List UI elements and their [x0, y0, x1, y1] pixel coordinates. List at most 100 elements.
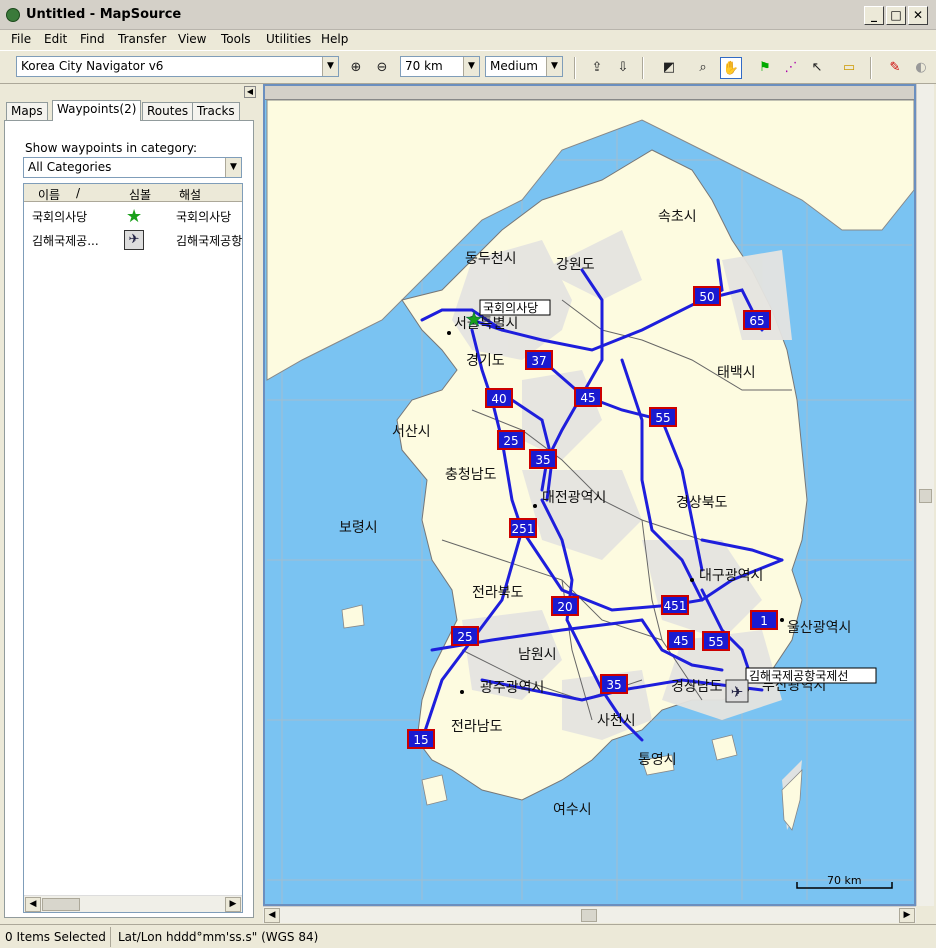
receive-from-device-icon[interactable]: ⇪ [586, 57, 608, 79]
column-symbol[interactable]: 심볼 [129, 186, 151, 203]
map-label-sokcho: 속초시 [658, 209, 697, 225]
minimize-button[interactable]: _ [864, 6, 884, 25]
map-vertical-scrollbar[interactable] [916, 84, 934, 906]
scroll-thumb[interactable] [42, 898, 80, 911]
map-label-gyeonggi: 경기도 [466, 353, 505, 369]
category-select[interactable]: All Categories ▼ [23, 157, 242, 178]
column-comment[interactable]: 해설 [179, 186, 201, 203]
menu-bar: File Edit Find Transfer View Tools Utili… [0, 30, 936, 50]
highway-50-label: 50 [699, 290, 714, 304]
highway-65-label: 65 [749, 314, 764, 328]
vertical-scroll-thumb[interactable] [919, 489, 932, 503]
highway-35-label: 35 [606, 678, 621, 692]
scroll-left-button[interactable]: ◀ [264, 908, 280, 923]
zoom-out-icon[interactable]: ⊖ [371, 57, 393, 79]
map-canvas[interactable]: 50 65 37 40 45 55 25 35 251 451 20 1 45 … [265, 100, 914, 904]
map-label-chungnam: 충청남도 [445, 467, 497, 483]
zoom-scale-select[interactable]: 70 km ▼ [400, 56, 480, 77]
highway-15-label: 15 [413, 733, 428, 747]
waypoint-name: 국회의사당 [32, 210, 88, 224]
google-earth-icon[interactable]: ✎ [884, 57, 906, 79]
waypoint-tool-icon[interactable]: ⚑ [754, 57, 776, 79]
highway-451-label: 451 [664, 599, 687, 613]
waypoint-assembly-tag[interactable]: 국회의사당 [483, 301, 538, 315]
window-title: Untitled - MapSource [26, 7, 182, 22]
list-item[interactable]: 김해국제공... ✈ 김해국제공항 [24, 228, 242, 252]
route-tool-icon[interactable]: ⋰ [780, 57, 802, 79]
waypoint-airport-tag[interactable]: 김해국제공항국제선 [749, 669, 848, 683]
tab-routes[interactable]: Routes [142, 102, 194, 120]
map-label-yeosu: 여수시 [553, 802, 592, 818]
category-label: Show waypoints in category: [25, 141, 198, 155]
chevron-down-icon: ▼ [463, 57, 479, 76]
highway-35-label: 35 [535, 453, 550, 467]
status-divider [110, 927, 111, 947]
zoom-tool-icon[interactable]: ⌕ [692, 57, 714, 79]
selection-status: 0 Items Selected [5, 930, 106, 944]
list-item[interactable]: 국회의사당 ★ 국회의사당 [24, 204, 242, 228]
menu-help[interactable]: Help [321, 32, 348, 46]
send-to-device-icon[interactable]: ⇩ [612, 57, 634, 79]
title-bar: Untitled - MapSource _ □ ✕ [0, 0, 936, 30]
toolbar: Korea City Navigator v6 ▼ ⊕ ⊖ 70 km ▼ Me… [0, 50, 936, 84]
map-label-seoul: 서울특별시 [454, 316, 518, 332]
waypoint-airplane-icon[interactable]: ✈ [731, 683, 744, 701]
waypoint-comment: 국회의사당 [176, 210, 232, 224]
map-label-seosan: 서산시 [392, 424, 431, 440]
map-horizontal-scrollbar[interactable]: ◀ ▶ [263, 906, 916, 923]
map-label-gangwon: 강원도 [556, 257, 595, 273]
eraser-tool-icon[interactable]: ◐ [910, 57, 932, 79]
collapse-panel-button[interactable]: ◀ [244, 86, 256, 98]
list-header: 이름 / 심볼 해설 [24, 184, 242, 202]
green-star-icon: ★ [126, 206, 143, 227]
map-label-gyeongbuk: 경상북도 [676, 495, 728, 511]
map-product-select[interactable]: Korea City Navigator v6 ▼ [16, 56, 339, 77]
toolbar-separator [574, 57, 576, 79]
close-button[interactable]: ✕ [908, 6, 928, 25]
map-label-taebaek: 태백시 [717, 365, 756, 381]
menu-find[interactable]: Find [80, 32, 105, 46]
menu-view[interactable]: View [178, 32, 206, 46]
list-horizontal-scrollbar[interactable]: ◀ ▶ [24, 895, 242, 912]
toolbar-separator [642, 57, 644, 79]
zoom-scale-value: 70 km [405, 59, 443, 73]
detail-level-select[interactable]: Medium ▼ [485, 56, 563, 77]
tab-waypoints[interactable]: Waypoints(2) [52, 100, 142, 121]
waypoint-comment: 김해국제공항 [176, 234, 243, 248]
tab-maps[interactable]: Maps [6, 102, 48, 120]
toolbar-separator [870, 57, 872, 79]
map-view[interactable]: 50 65 37 40 45 55 25 35 251 451 20 1 45 … [263, 84, 916, 906]
scroll-right-button[interactable]: ▶ [225, 897, 241, 912]
chevron-down-icon: ▼ [546, 57, 562, 76]
map-scale-label: 70 km [827, 874, 862, 887]
waypoint-name: 김해국제공... [32, 234, 99, 248]
sort-indicator: / [76, 186, 81, 200]
zoom-in-icon[interactable]: ⊕ [345, 57, 367, 79]
menu-file[interactable]: File [11, 32, 31, 46]
highway-45-label: 45 [580, 391, 595, 405]
maximize-button[interactable]: □ [886, 6, 906, 25]
waypoint-list: 이름 / 심볼 해설 국회의사당 ★ 국회의사당 김해국제공... ✈ 김해국제… [23, 183, 243, 913]
scroll-left-button[interactable]: ◀ [25, 897, 41, 912]
menu-tools[interactable]: Tools [221, 32, 251, 46]
left-panel: ◀ Maps Waypoints(2) Routes Tracks Show w… [0, 84, 258, 922]
map-label-ulsan: 울산광역시 [787, 620, 851, 636]
coordinate-format-status: Lat/Lon hddd°mm'ss.s" (WGS 84) [118, 930, 319, 944]
menu-edit[interactable]: Edit [44, 32, 67, 46]
map-select-tool-icon[interactable]: ◩ [658, 57, 680, 79]
hand-tool-icon[interactable]: ✋ [720, 57, 742, 79]
horizontal-scroll-thumb[interactable] [581, 909, 597, 922]
scroll-right-button[interactable]: ▶ [899, 908, 915, 923]
category-value: All Categories [28, 160, 112, 174]
map-label-gyeongnam: 경상남도 [671, 679, 723, 695]
tab-tracks[interactable]: Tracks [192, 102, 240, 120]
column-name[interactable]: 이름 [38, 186, 60, 203]
distance-tool-icon[interactable]: ▭ [838, 57, 860, 79]
map-label-daejeon: 대전광역시 [542, 490, 606, 506]
selection-tool-icon[interactable]: ↖ [806, 57, 828, 79]
status-bar: 0 Items Selected Lat/Lon hddd°mm'ss.s" (… [0, 924, 936, 948]
airplane-icon: ✈ [124, 230, 144, 250]
menu-utilities[interactable]: Utilities [266, 32, 311, 46]
menu-transfer[interactable]: Transfer [118, 32, 166, 46]
waypoint-star-icon[interactable]: ★ [465, 307, 483, 332]
